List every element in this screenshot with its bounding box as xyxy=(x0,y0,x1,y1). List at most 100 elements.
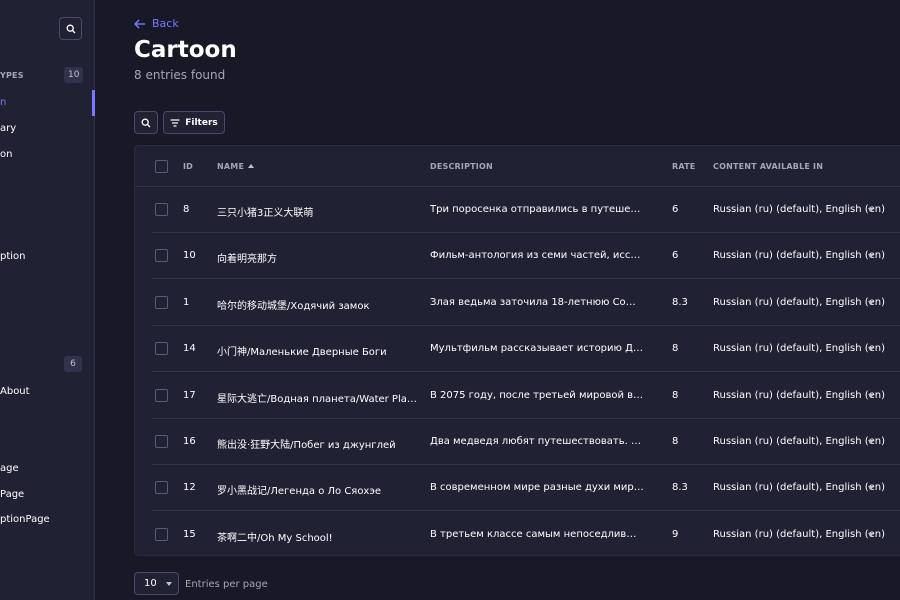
cell-rate: 9 xyxy=(672,528,679,540)
table-row[interactable]: 14 小门神/Маленькие Дверные Боги Мультфильм р… xyxy=(152,326,900,373)
chevron-down-icon[interactable] xyxy=(868,300,874,305)
per-page-label: Entries per page xyxy=(185,579,268,590)
table-row[interactable]: 1 哈尔的移动城堡/Ходячий замок Злая ведьма заточи… xyxy=(152,280,900,326)
column-header-content-available: CONTENT AVAILABLE IN xyxy=(713,162,824,171)
column-header-description[interactable]: DESCRIPTION xyxy=(430,162,493,171)
column-header-rate[interactable]: RATE xyxy=(672,162,695,171)
table-search-button[interactable] xyxy=(134,111,158,134)
cell-id: 15 xyxy=(183,528,196,540)
search-icon xyxy=(66,24,75,33)
cell-content-available: Russian (ru) (default), English (en) xyxy=(713,482,886,494)
table-row[interactable]: 16 熊出没·狂野大陆/Побег из джунглей Два медведя … xyxy=(152,419,900,465)
sidebar-item-page-2[interactable]: Page xyxy=(0,489,24,500)
select-all-checkbox[interactable] xyxy=(155,160,168,173)
cell-description: В современном мире разные духи мирно со.… xyxy=(430,482,644,494)
filters-label: Filters xyxy=(185,117,218,128)
table-row[interactable]: 12 罗小黑战记/Легенда о Ло Сяохэе В современном… xyxy=(152,465,900,512)
row-checkbox[interactable] xyxy=(155,388,168,402)
cell-description: Два медведя любят путешествовать. То и д… xyxy=(430,436,644,447)
sidebar: YPES 10 n ary on ption 6 About age Page … xyxy=(0,0,95,600)
sidebar-item-cartoon[interactable]: n xyxy=(0,97,6,108)
cell-content-available: Russian (ru) (default), English (en) xyxy=(713,389,886,401)
cell-rate: 8.3 xyxy=(672,296,688,308)
sidebar-section-count: 10 xyxy=(64,67,84,83)
sidebar-search-button[interactable] xyxy=(59,17,82,40)
cell-name: 小门神/Маленькие Дверные Боги xyxy=(217,347,387,359)
cell-name: 向着明亮那方 xyxy=(217,254,277,266)
cell-id: 17 xyxy=(183,389,196,401)
per-page-value: 10 xyxy=(144,578,157,589)
cell-description: Злая ведьма заточила 18-летнюю Софи в те… xyxy=(430,296,644,308)
table-row[interactable]: 10 向着明亮那方 Фильм-антология из семи частей, … xyxy=(152,233,900,280)
row-checkbox[interactable] xyxy=(155,203,168,216)
cell-content-available: Russian (ru) (default), English (en) xyxy=(713,436,886,447)
cell-id: 14 xyxy=(183,343,196,355)
filters-button[interactable]: Filters xyxy=(163,111,225,134)
sidebar-item-library[interactable]: ary xyxy=(0,123,16,134)
sidebar-item-3[interactable]: on xyxy=(0,149,12,160)
page-title: Cartoon xyxy=(134,37,237,63)
sidebar-item-page-3[interactable]: ptionPage xyxy=(0,514,50,525)
cell-name: 哈尔的移动城堡/Ходячий замок xyxy=(217,300,370,312)
table-header: ID NAME DESCRIPTION RATE CONTENT AVAILAB… xyxy=(135,146,900,187)
table-row[interactable]: 8 三只小猪3正义大联萌 Три поросенка отправились в п… xyxy=(152,187,900,233)
sidebar-section2-count: 6 xyxy=(64,356,82,372)
cell-description: Мультфильм рассказывает историю Дверны..… xyxy=(430,343,644,355)
cell-id: 16 xyxy=(183,436,196,447)
cell-description: В третьем классе самым непоседливым пар.… xyxy=(430,528,644,540)
row-checkbox[interactable] xyxy=(155,435,168,448)
sidebar-active-indicator xyxy=(92,90,95,116)
cell-rate: 6 xyxy=(672,250,679,262)
cell-content-available: Russian (ru) (default), English (en) xyxy=(713,528,886,540)
arrow-left-icon xyxy=(134,19,145,28)
column-header-id[interactable]: ID xyxy=(183,162,193,171)
sidebar-item-about[interactable]: About xyxy=(0,386,30,397)
row-checkbox[interactable] xyxy=(155,527,168,541)
sort-ascending-icon[interactable] xyxy=(248,164,254,168)
sidebar-item-4[interactable]: ption xyxy=(0,251,26,262)
cell-id: 12 xyxy=(183,482,196,494)
cell-name: 茶啊二中/Oh My School! xyxy=(217,532,333,544)
cell-rate: 8 xyxy=(672,343,679,355)
entries-table: ID NAME DESCRIPTION RATE CONTENT AVAILAB… xyxy=(134,145,900,556)
chevron-down-icon[interactable] xyxy=(868,532,874,537)
chevron-down-icon[interactable] xyxy=(868,440,874,444)
cell-description: Три поросенка отправились в путешествие … xyxy=(430,204,644,215)
sidebar-section-title: YPES xyxy=(0,71,24,80)
chevron-down-icon[interactable] xyxy=(868,208,874,212)
back-label: Back xyxy=(152,17,179,30)
row-checkbox[interactable] xyxy=(155,342,168,356)
chevron-down-icon[interactable] xyxy=(868,486,874,491)
cell-description: В 2075 году, после третьей мировой войны… xyxy=(430,389,644,401)
cell-rate: 8 xyxy=(672,436,679,447)
cell-id: 1 xyxy=(183,296,190,308)
cell-id: 8 xyxy=(183,204,190,215)
cell-id: 10 xyxy=(183,250,196,262)
cell-name: 熊出没·狂野大陆/Побег из джунглей xyxy=(217,440,396,451)
chevron-down-icon[interactable] xyxy=(868,347,874,352)
search-icon xyxy=(141,118,151,127)
back-link[interactable]: Back xyxy=(134,17,179,30)
cell-name: 三只小猪3正义大联萌 xyxy=(217,208,314,219)
cell-rate: 6 xyxy=(672,204,679,215)
row-checkbox[interactable] xyxy=(155,249,168,263)
table-row[interactable]: 15 茶啊二中/Oh My School! В третьем классе сам… xyxy=(152,512,900,558)
filter-icon xyxy=(170,118,180,127)
chevron-down-icon[interactable] xyxy=(868,393,874,398)
cell-content-available: Russian (ru) (default), English (en) xyxy=(713,204,886,215)
cell-name: 罗小黑战记/Легенда о Ло Сяохэе xyxy=(217,486,381,498)
cell-rate: 8 xyxy=(672,389,679,401)
chevron-down-icon[interactable] xyxy=(868,254,874,259)
column-header-name[interactable]: NAME xyxy=(217,162,244,171)
row-checkbox[interactable] xyxy=(155,295,168,309)
table-row[interactable]: 17 星际大逃亡/Водная планета/Water Planet В 207… xyxy=(152,373,900,419)
cell-description: Фильм-антология из семи частей, исследую… xyxy=(430,250,644,262)
cell-content-available: Russian (ru) (default), English (en) xyxy=(713,296,886,308)
entries-count: 8 entries found xyxy=(134,68,226,82)
cell-content-available: Russian (ru) (default), English (en) xyxy=(713,250,886,262)
row-checkbox[interactable] xyxy=(155,481,168,495)
entries-per-page-select[interactable]: 10 xyxy=(134,572,179,595)
sidebar-item-page-1[interactable]: age xyxy=(0,463,19,474)
cell-name: 星际大逃亡/Водная планета/Water Planet xyxy=(217,393,422,405)
chevron-down-icon xyxy=(166,582,172,586)
